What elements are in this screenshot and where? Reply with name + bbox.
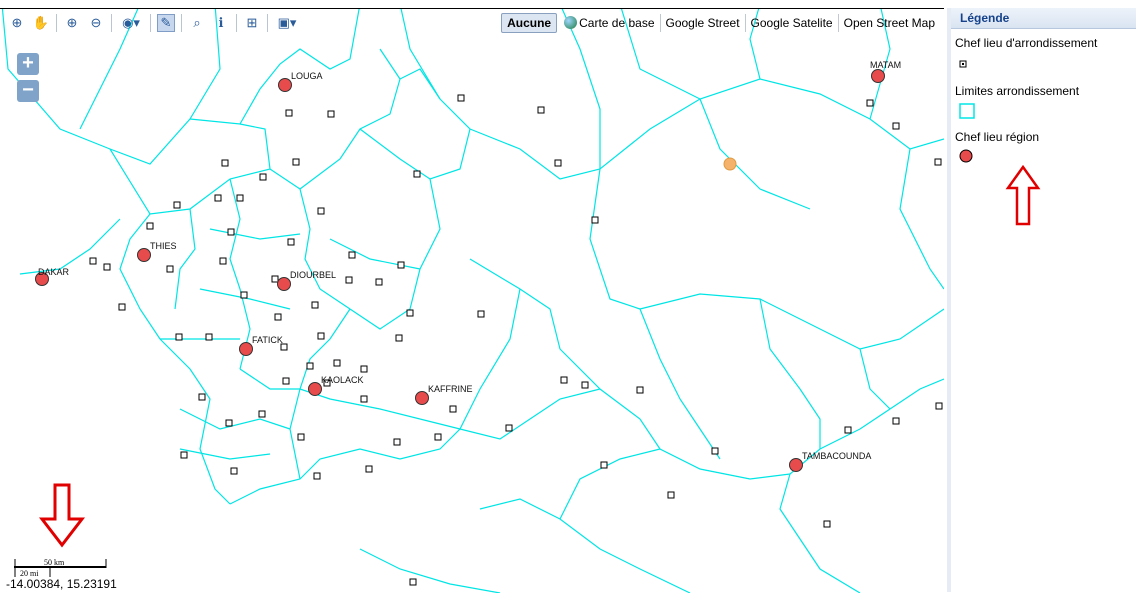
base-layer-open-street-map[interactable]: Open Street Map: [837, 14, 940, 32]
base-layer-aucune[interactable]: Aucune: [501, 13, 558, 33]
globe-icon: [564, 16, 578, 29]
region-label-matam: MATAM: [870, 60, 901, 70]
toolbar-separator: [150, 14, 151, 32]
zoom-in-icon[interactable]: ⊕: [63, 14, 81, 32]
map-canvas[interactable]: LOUGA MATAM THIES DAKAR DIOURBEL FATICK KAOLAC…: [0, 8, 944, 593]
base-layer-google-street[interactable]: Google Street: [659, 14, 745, 32]
legend-panel: Légende Chef lieu d'arrondissement Limit…: [947, 8, 1136, 592]
legend-red-circle-symbol: [959, 148, 1136, 169]
region-label-tambacounda: TAMBACOUNDA: [802, 451, 871, 461]
arrondissement-capitals: [89, 94, 943, 586]
legend-small-square-symbol: [959, 57, 1136, 75]
annotation-arrow-up: [1005, 164, 1041, 226]
region-label-kaolack: KAOLACK: [321, 375, 364, 385]
legend-label-arrondissement-limits: Limites arrondissement: [955, 84, 1080, 98]
region-label-kaffrine: KAFFRINE: [428, 384, 473, 394]
region-capital-tambacounda[interactable]: [789, 458, 803, 472]
region-capital-fatick[interactable]: [239, 342, 253, 356]
zoom-extent-icon[interactable]: ⊕: [8, 14, 26, 32]
toolbar-separator: [236, 14, 237, 32]
region-label-fatick: FATICK: [252, 335, 283, 345]
pan-hand-icon[interactable]: ✋: [32, 14, 50, 32]
legend-cyan-square-symbol: [959, 103, 1136, 124]
navigation-history-icon[interactable]: ◉▾: [118, 14, 144, 32]
zoom-in-button[interactable]: +: [17, 53, 39, 75]
region-capital-thies[interactable]: [137, 248, 151, 262]
selected-point-marker[interactable]: [723, 157, 737, 171]
region-label-thies: THIES: [150, 241, 177, 251]
mouse-coordinates: -14.00384, 15.23191: [6, 577, 117, 591]
measure-ruler-icon[interactable]: ✎: [157, 14, 175, 32]
toolbar-separator: [56, 14, 57, 32]
region-capital-matam[interactable]: [871, 69, 885, 83]
region-label-louga: LOUGA: [291, 71, 323, 81]
map-svg[interactable]: LOUGA MATAM THIES DAKAR DIOURBEL FATICK KAOLAC…: [0, 9, 944, 593]
base-layer-google-satelite[interactable]: Google Satelite: [744, 14, 838, 32]
region-capital-louga[interactable]: [278, 78, 292, 92]
base-layer-switcher: Aucune Carte de base Google Street Googl…: [501, 13, 940, 33]
zoom-out-button[interactable]: −: [17, 80, 39, 102]
annotation-arrow-down: [38, 483, 86, 548]
region-label-diourbel: DIOURBEL: [290, 270, 336, 280]
scale-km-label: 50 km: [44, 558, 65, 567]
toolbar-separator: [111, 14, 112, 32]
save-menu-icon[interactable]: ▣▾: [274, 14, 300, 32]
arrondissement-boundaries: [1, 9, 944, 593]
binoculars-icon[interactable]: ⌕: [188, 14, 206, 32]
grid-select-icon[interactable]: ⊞: [243, 14, 261, 32]
region-capital-kaolack[interactable]: [308, 382, 322, 396]
legend-label-arrondissement-capital: Chef lieu d'arrondissement: [955, 36, 1098, 50]
zoom-out-icon[interactable]: ⊖: [87, 14, 105, 32]
legend-label-region-capital: Chef lieu région: [955, 130, 1040, 144]
region-capital-kaffrine[interactable]: [415, 391, 429, 405]
region-label-dakar: DAKAR: [38, 267, 70, 277]
region-capital-diourbel[interactable]: [277, 277, 291, 291]
base-layer-carte-de-base[interactable]: Carte de base: [559, 14, 659, 32]
toolbar-separator: [181, 14, 182, 32]
toolbar-separator: [267, 14, 268, 32]
map-toolbar: ⊕ ✋ ⊕ ⊖ ◉▾ ✎ ⌕ ℹ ⊞ ▣▾ Aucune Carte de ba…: [0, 10, 944, 36]
legend-title: Légende: [951, 8, 1136, 29]
info-icon[interactable]: ℹ: [212, 14, 230, 32]
